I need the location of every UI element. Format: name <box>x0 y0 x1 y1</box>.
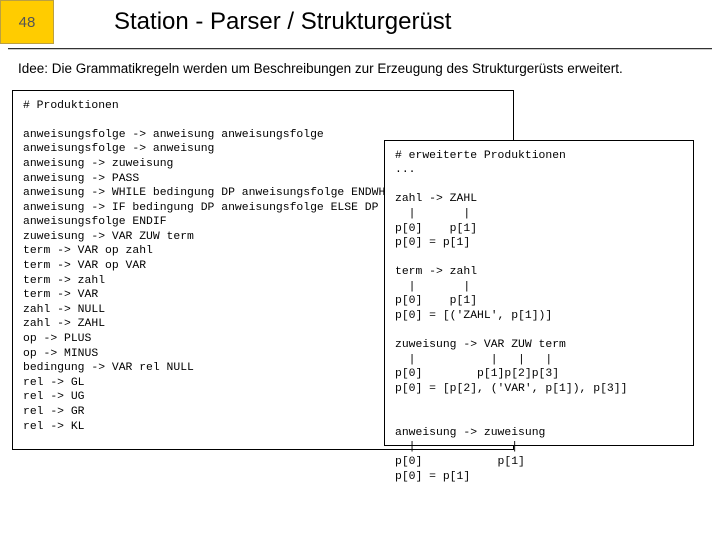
title-wrap: Station - Parser / Strukturgerüst <box>54 0 720 44</box>
extended-productions-code-box: # erweiterte Produktionen ... zahl -> ZA… <box>384 140 694 446</box>
slide-title: Station - Parser / Strukturgerüst <box>114 8 451 36</box>
idea-text: Idee: Die Grammatikregeln werden um Besc… <box>0 50 720 84</box>
slide-number: 48 <box>19 14 36 31</box>
slide-number-badge: 48 <box>0 0 54 44</box>
slide-header: 48 Station - Parser / Strukturgerüst <box>0 0 720 44</box>
slide: 48 Station - Parser / Strukturgerüst Ide… <box>0 0 720 540</box>
